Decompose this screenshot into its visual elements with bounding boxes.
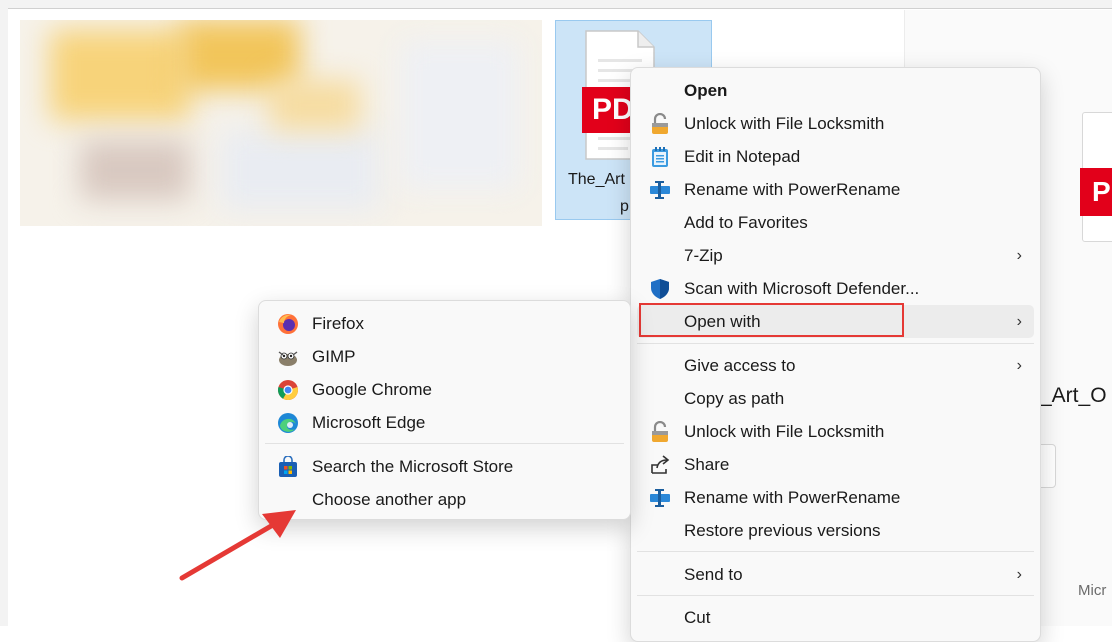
- context-menu: Open Unlock with File Locksmith Edit in …: [630, 67, 1041, 642]
- menu-item-share[interactable]: Share: [637, 448, 1034, 481]
- menu-item-cut[interactable]: Cut: [637, 601, 1034, 634]
- menu-separator: [265, 443, 624, 444]
- microsoft-store-icon: [279, 456, 297, 477]
- menu-item-copy-as-path[interactable]: Copy as path: [637, 382, 1034, 415]
- annotation-arrow: [179, 510, 296, 581]
- preview-file-name: _Art_O: [1040, 384, 1107, 407]
- submenu-item-gimp[interactable]: GIMP: [265, 340, 624, 373]
- edge-icon: [278, 413, 298, 433]
- chevron-right-icon: ›: [1016, 246, 1022, 264]
- menu-item-edit-notepad[interactable]: Edit in Notepad: [637, 140, 1034, 173]
- window-left-edge: [0, 0, 8, 626]
- menu-separator: [637, 595, 1034, 596]
- menu-item-open[interactable]: Open: [637, 74, 1034, 107]
- menu-item-rename-powerrename[interactable]: Rename with PowerRename: [637, 173, 1034, 206]
- menu-item-send-to[interactable]: Send to ›: [637, 558, 1034, 591]
- share-icon: [651, 455, 670, 474]
- chevron-right-icon: ›: [1016, 565, 1022, 583]
- file-name-line1: The_Art: [568, 171, 625, 188]
- chevron-right-icon: ›: [1016, 356, 1022, 374]
- menu-item-unlock-file-locksmith-2[interactable]: Unlock with File Locksmith: [637, 415, 1034, 448]
- submenu-item-google-chrome[interactable]: Google Chrome: [265, 373, 624, 406]
- chrome-icon: [278, 380, 298, 401]
- preview-footer-text: Micr: [1078, 582, 1107, 599]
- chevron-right-icon: ›: [1016, 312, 1022, 330]
- submenu-item-search-microsoft-store[interactable]: Search the Microsoft Store: [265, 450, 624, 483]
- submenu-item-microsoft-edge[interactable]: Microsoft Edge: [265, 406, 624, 439]
- powerrename-icon: [650, 181, 670, 199]
- menu-item-give-access[interactable]: Give access to ›: [637, 349, 1034, 382]
- file-name-line2: p: [620, 198, 629, 215]
- menu-item-7zip[interactable]: 7-Zip ›: [637, 239, 1034, 272]
- submenu-item-choose-another-app[interactable]: Choose another app: [265, 483, 624, 516]
- submenu-item-firefox[interactable]: Firefox: [265, 307, 624, 340]
- menu-separator: [637, 551, 1034, 552]
- pdf-badge: PD: [582, 87, 634, 133]
- defender-shield-icon: [651, 279, 669, 299]
- menu-item-rename-powerrename-2[interactable]: Rename with PowerRename: [637, 481, 1034, 514]
- preview-pdf-badge: P: [1080, 168, 1112, 216]
- menu-item-unlock-file-locksmith[interactable]: Unlock with File Locksmith: [637, 107, 1034, 140]
- menu-item-scan-defender[interactable]: Scan with Microsoft Defender...: [637, 272, 1034, 305]
- firefox-icon: [278, 314, 298, 334]
- notepad-icon: [652, 147, 668, 167]
- powerrename-icon: [650, 489, 670, 507]
- menu-item-add-favorites[interactable]: Add to Favorites: [637, 206, 1034, 239]
- menu-item-restore-previous-versions[interactable]: Restore previous versions: [637, 514, 1034, 547]
- gimp-icon: [278, 351, 298, 366]
- menu-separator: [637, 343, 1034, 344]
- open-with-submenu: Firefox GIMP Google Chrome Microsoft Edg…: [258, 300, 631, 520]
- open-with-highlight-box: [639, 303, 904, 337]
- lock-icon: [652, 421, 668, 442]
- window-top-edge: [0, 0, 1112, 9]
- blurred-thumbnail[interactable]: [20, 20, 542, 226]
- lock-icon: [652, 113, 668, 134]
